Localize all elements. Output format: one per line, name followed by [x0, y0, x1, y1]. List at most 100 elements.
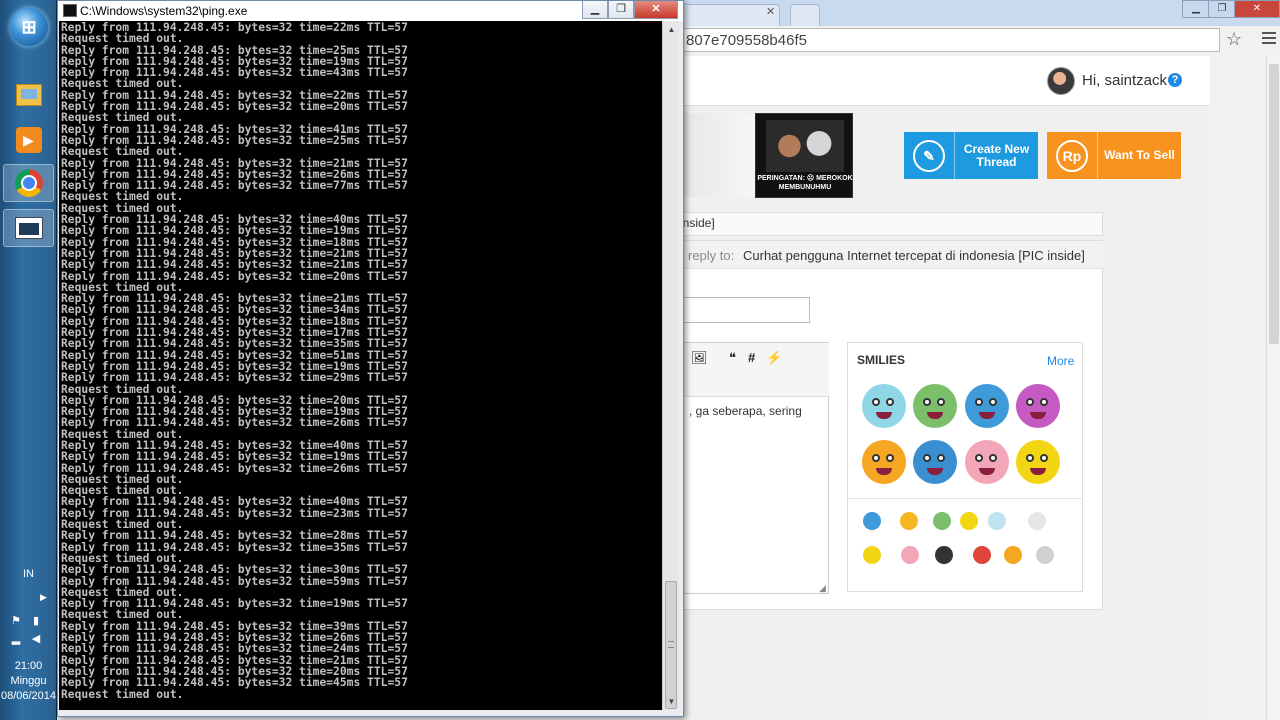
command-prompt-window: C:\Windows\system32\ping.exe ▁ ❐ ✕ Reply…: [57, 0, 684, 717]
console-line-timeout: Request timed out.: [61, 111, 184, 125]
clock-date: 08/06/2014: [0, 690, 57, 702]
windows-logo-icon: ⊞: [21, 16, 37, 37]
language-indicator[interactable]: IN: [0, 568, 57, 580]
ad-image: [766, 120, 844, 172]
console-output[interactable]: Reply from 111.94.248.45: bytes=32 time=…: [59, 21, 662, 710]
console-line-reply: Reply from 111.94.248.45: bytes=32 time=…: [61, 337, 408, 351]
cigarette-warning-ad[interactable]: PERINGATAN: ☹ MEROKOK MEMBUNUHMU: [755, 113, 853, 198]
smiley-eye: [886, 454, 894, 462]
smiley-big-5[interactable]: [862, 440, 906, 484]
smiley-small-1[interactable]: [863, 512, 881, 530]
clock[interactable]: 21:00 Minggu 08/06/2014: [0, 659, 57, 704]
reply-to-title[interactable]: Curhat pengguna Internet tercepat di ind…: [743, 248, 1085, 263]
smiley-mouth: [1030, 412, 1046, 419]
editor-resize-handle[interactable]: ◢: [819, 583, 826, 594]
smiley-small-2[interactable]: [900, 512, 918, 530]
smiley-eye: [923, 398, 931, 406]
console-line-reply: Reply from 111.94.248.45: bytes=32 time=…: [61, 416, 408, 430]
smiley-mouth: [927, 412, 943, 419]
command-prompt-icon: [14, 217, 43, 239]
create-new-thread-button[interactable]: ✎ Create New Thread: [904, 132, 1038, 179]
smiley-eye: [872, 398, 880, 406]
hashtag-icon[interactable]: #: [748, 350, 755, 365]
console-line-timeout: Request timed out.: [61, 687, 184, 701]
smiley-small-7[interactable]: [863, 546, 881, 564]
user-greeting[interactable]: Hi, saintzack: [1082, 72, 1167, 89]
taskbar-explorer-button[interactable]: [3, 76, 54, 114]
quote-icon[interactable]: ❝: [729, 350, 736, 366]
smiley-small-6[interactable]: [1028, 512, 1046, 530]
smiley-small-4[interactable]: [960, 512, 978, 530]
smilies-title: SMILIES: [857, 353, 906, 367]
volume-icon[interactable]: ◀: [28, 632, 44, 646]
browser-close-button[interactable]: ✕: [1234, 0, 1280, 18]
taskbar-media-player-button[interactable]: ▶: [3, 121, 54, 159]
chrome-menu-icon[interactable]: [1262, 32, 1276, 44]
bookmark-star-icon[interactable]: ☆: [1226, 29, 1242, 50]
smiley-big-1[interactable]: [862, 384, 906, 428]
action-center-icon[interactable]: ⚑: [8, 614, 24, 628]
smiley-big-8[interactable]: [1016, 440, 1060, 484]
reply-to-label: reply to:: [688, 248, 735, 263]
smiley-big-4[interactable]: [1016, 384, 1060, 428]
cmd-titlebar[interactable]: C:\Windows\system32\ping.exe ▁ ❐ ✕: [58, 1, 683, 21]
scroll-down-icon[interactable]: ▼: [663, 693, 680, 710]
start-button[interactable]: ⊞: [10, 8, 48, 46]
cmd-scrollbar[interactable]: ▲ ▼: [662, 21, 679, 710]
new-tab-button[interactable]: [790, 4, 820, 26]
smiley-eye: [923, 454, 931, 462]
page-scrollbar[interactable]: [1266, 56, 1280, 720]
smiley-small-9[interactable]: [935, 546, 953, 564]
smiley-small-3[interactable]: [933, 512, 951, 530]
browser-minimize-button[interactable]: ▁: [1182, 0, 1210, 18]
smiley-eye: [1026, 398, 1034, 406]
console-line-timeout: Request timed out.: [61, 145, 184, 159]
taskbar-chrome-button[interactable]: [3, 164, 54, 202]
smilies-more-link[interactable]: More: [1047, 354, 1074, 368]
insert-image-icon[interactable]: 🖼: [691, 350, 708, 366]
console-line-reply: Reply from 111.94.248.45: bytes=32 time=…: [61, 224, 408, 238]
cmd-minimize-button[interactable]: ▁: [582, 1, 608, 19]
show-hidden-icons-icon[interactable]: ▶: [40, 592, 47, 603]
want-to-sell-button[interactable]: Rp Want To Sell: [1047, 132, 1181, 179]
taskbar-cmd-button[interactable]: [3, 209, 54, 247]
cmd-close-button[interactable]: ✕: [634, 1, 678, 19]
smiley-small-12[interactable]: [1036, 546, 1054, 564]
network-signal-icon[interactable]: ▂: [8, 632, 24, 646]
smiley-big-2[interactable]: [913, 384, 957, 428]
page-scrollbar-thumb[interactable]: [1269, 64, 1279, 344]
ad-warning-text: PERINGATAN: ☹ MEROKOK MEMBUNUHMU: [757, 175, 853, 191]
smiley-small-11[interactable]: [1004, 546, 1022, 564]
want-to-sell-label: Want To Sell: [1104, 148, 1175, 162]
create-thread-icon-wrap: ✎: [904, 132, 955, 179]
console-line-reply: Reply from 111.94.248.45: bytes=32 time=…: [61, 642, 408, 656]
media-player-icon: ▶: [15, 127, 42, 153]
smiley-eye: [886, 398, 894, 406]
clock-time: 21:00: [14, 660, 43, 672]
editor-content[interactable]: , ga seberapa, sering: [689, 404, 802, 418]
rupiah-icon: Rp: [1056, 139, 1088, 172]
user-avatar[interactable]: [1047, 67, 1075, 95]
spoiler-icon[interactable]: ⚡: [766, 350, 782, 366]
smiley-small-8[interactable]: [901, 546, 919, 564]
smiley-eye: [1040, 398, 1048, 406]
help-icon[interactable]: ?: [1168, 73, 1182, 87]
smiley-small-10[interactable]: [973, 546, 991, 564]
smiley-big-7[interactable]: [965, 440, 1009, 484]
smiley-big-6[interactable]: [913, 440, 957, 484]
title-input[interactable]: [676, 297, 810, 323]
system-tray: ⚑ ▮ ▂ ◀: [8, 614, 52, 646]
tab-close-icon[interactable]: ✕: [766, 5, 775, 18]
cmd-maximize-button[interactable]: ❐: [608, 1, 634, 19]
smiley-eye: [1040, 454, 1048, 462]
battery-icon[interactable]: ▮: [28, 614, 44, 628]
scroll-up-icon[interactable]: ▲: [663, 21, 680, 38]
smiley-big-3[interactable]: [965, 384, 1009, 428]
smiley-mouth: [979, 468, 995, 475]
browser-maximize-button[interactable]: ❐: [1208, 0, 1236, 18]
smiley-eye: [872, 454, 880, 462]
smiley-small-5[interactable]: [988, 512, 1006, 530]
smiley-eye: [1026, 454, 1034, 462]
taskbar: ⊞ ▶ IN ▶ ⚑ ▮ ▂ ◀ 21:00 Minggu 08/06/2014: [0, 0, 57, 720]
chrome-icon: [14, 169, 43, 197]
